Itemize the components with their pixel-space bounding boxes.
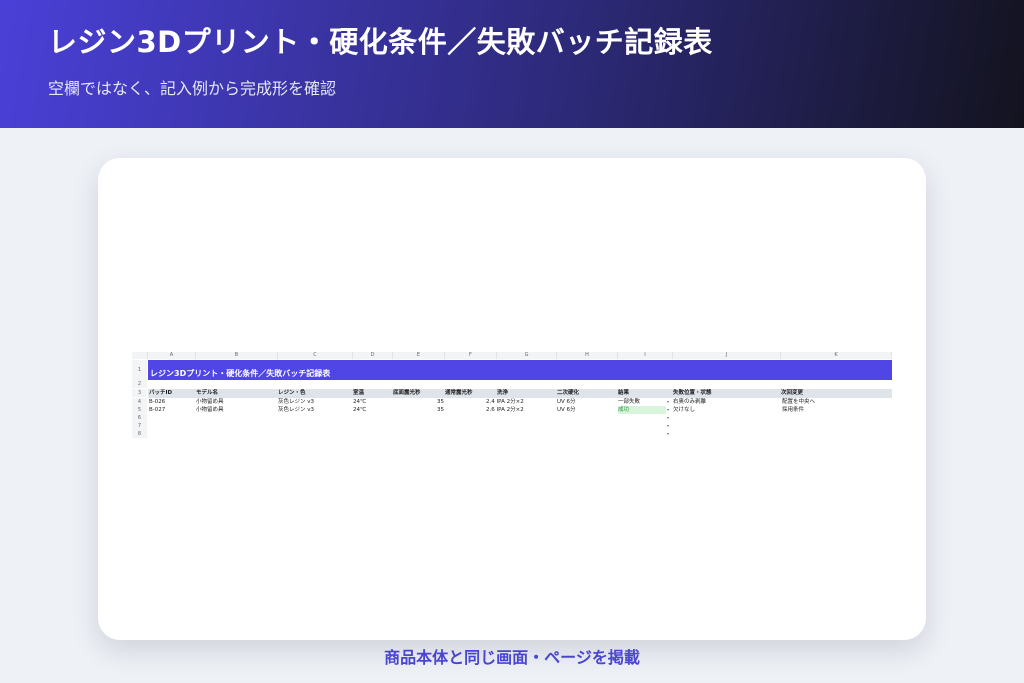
footer-caption: 商品本体と同じ画面・ページを掲載: [384, 648, 640, 667]
col-header-g[interactable]: G: [497, 352, 557, 359]
page-subtitle: 空欄ではなく、記入例から完成形を確認: [48, 79, 337, 98]
col-header-b[interactable]: B: [196, 352, 278, 359]
column-label-temp[interactable]: 室温: [353, 389, 364, 398]
column-label-base-exposure[interactable]: 底面露光秒: [393, 389, 421, 398]
dropdown-arrow-icon[interactable]: ▾: [667, 430, 669, 438]
column-label-resin[interactable]: レジン・色: [278, 389, 306, 398]
row-number[interactable]: 4: [132, 398, 147, 406]
sheet-title: レジン3Dプリント・硬化条件／失敗バッチ記録表: [150, 369, 331, 378]
cell-resin[interactable]: 灰色レジン v3: [278, 406, 314, 414]
col-header-h[interactable]: H: [557, 352, 618, 359]
column-label-post-cure[interactable]: 二次硬化: [557, 389, 579, 398]
cell-wash[interactable]: 2.6 IPA 2分×2: [486, 406, 524, 414]
col-header-e[interactable]: E: [393, 352, 445, 359]
cell-wash[interactable]: 2.4 IPA 2分×2: [486, 398, 524, 406]
cell-resin[interactable]: 灰色レジン v3: [278, 398, 314, 406]
column-label-model[interactable]: モデル名: [196, 389, 218, 398]
row-number[interactable]: 3: [132, 389, 147, 397]
cell-failure[interactable]: 欠けなし: [673, 406, 695, 414]
dropdown-arrow-icon[interactable]: ▾: [667, 414, 669, 422]
cell-temp[interactable]: 24℃: [353, 398, 366, 406]
col-header-a[interactable]: A: [148, 352, 196, 359]
col-header-d[interactable]: D: [353, 352, 393, 359]
cell-temp[interactable]: 24℃: [353, 406, 366, 414]
cell-next-change[interactable]: 配置を中央へ: [782, 398, 815, 406]
cell-result[interactable]: 一部失敗: [618, 398, 666, 406]
dropdown-arrow-icon[interactable]: ▾: [667, 398, 669, 406]
column-label-batch-id[interactable]: バッチID: [149, 389, 172, 398]
row-number[interactable]: 8: [132, 430, 147, 438]
dropdown-arrow-icon[interactable]: ▾: [667, 406, 669, 414]
cell-batch-id[interactable]: B-027: [149, 406, 165, 414]
cell-model[interactable]: 小物留め具: [196, 398, 224, 406]
col-header-c[interactable]: C: [278, 352, 353, 359]
cell-normal-exposure[interactable]: 35: [437, 398, 444, 406]
column-label-next-change[interactable]: 次回変更: [781, 389, 803, 398]
row-number[interactable]: 1: [132, 360, 147, 380]
cell-result-success[interactable]: 成功: [618, 406, 666, 414]
row-number[interactable]: 5: [132, 406, 147, 414]
row-number[interactable]: 7: [132, 422, 147, 430]
cell-post-cure[interactable]: UV 6分: [557, 398, 576, 406]
page-header: レジン3Dプリント・硬化条件／失敗バッチ記録表 空欄ではなく、記入例から完成形を…: [0, 0, 1024, 128]
column-label-wash[interactable]: 洗浄: [497, 389, 508, 398]
col-header-f[interactable]: F: [445, 352, 497, 359]
cell-failure[interactable]: 右奥のみ剥離: [673, 398, 706, 406]
column-label-failure[interactable]: 失敗位置・状態: [673, 389, 712, 398]
screenshot-card: A B C D E F G H I J K 1 2 3 4 5 6 7 8 レジ…: [98, 158, 926, 640]
col-header-i[interactable]: I: [618, 352, 673, 359]
sheet-title-cell[interactable]: レジン3Dプリント・硬化条件／失敗バッチ記録表: [148, 360, 892, 380]
cell-model[interactable]: 小物留め具: [196, 406, 224, 414]
col-header-j[interactable]: J: [673, 352, 781, 359]
dropdown-arrow-icon[interactable]: ▾: [667, 422, 669, 430]
column-label-result[interactable]: 結果: [618, 389, 629, 398]
row-number[interactable]: 6: [132, 414, 147, 422]
corner-cell[interactable]: [132, 352, 148, 359]
row-number[interactable]: 2: [132, 380, 147, 388]
spreadsheet: A B C D E F G H I J K 1 2 3 4 5 6 7 8 レジ…: [132, 352, 892, 450]
cell-normal-exposure[interactable]: 35: [437, 406, 444, 414]
cell-batch-id[interactable]: B-026: [149, 398, 165, 406]
cell-post-cure[interactable]: UV 6分: [557, 406, 576, 414]
cell-next-change[interactable]: 採用条件: [782, 406, 804, 414]
col-header-k[interactable]: K: [781, 352, 892, 359]
page-title: レジン3Dプリント・硬化条件／失敗バッチ記録表: [48, 25, 713, 59]
table-header-row: バッチID モデル名 レジン・色 室温 底面露光秒 通常露光秒 洗浄 二次硬化 …: [148, 389, 892, 398]
column-label-normal-exposure[interactable]: 通常露光秒: [445, 389, 473, 398]
